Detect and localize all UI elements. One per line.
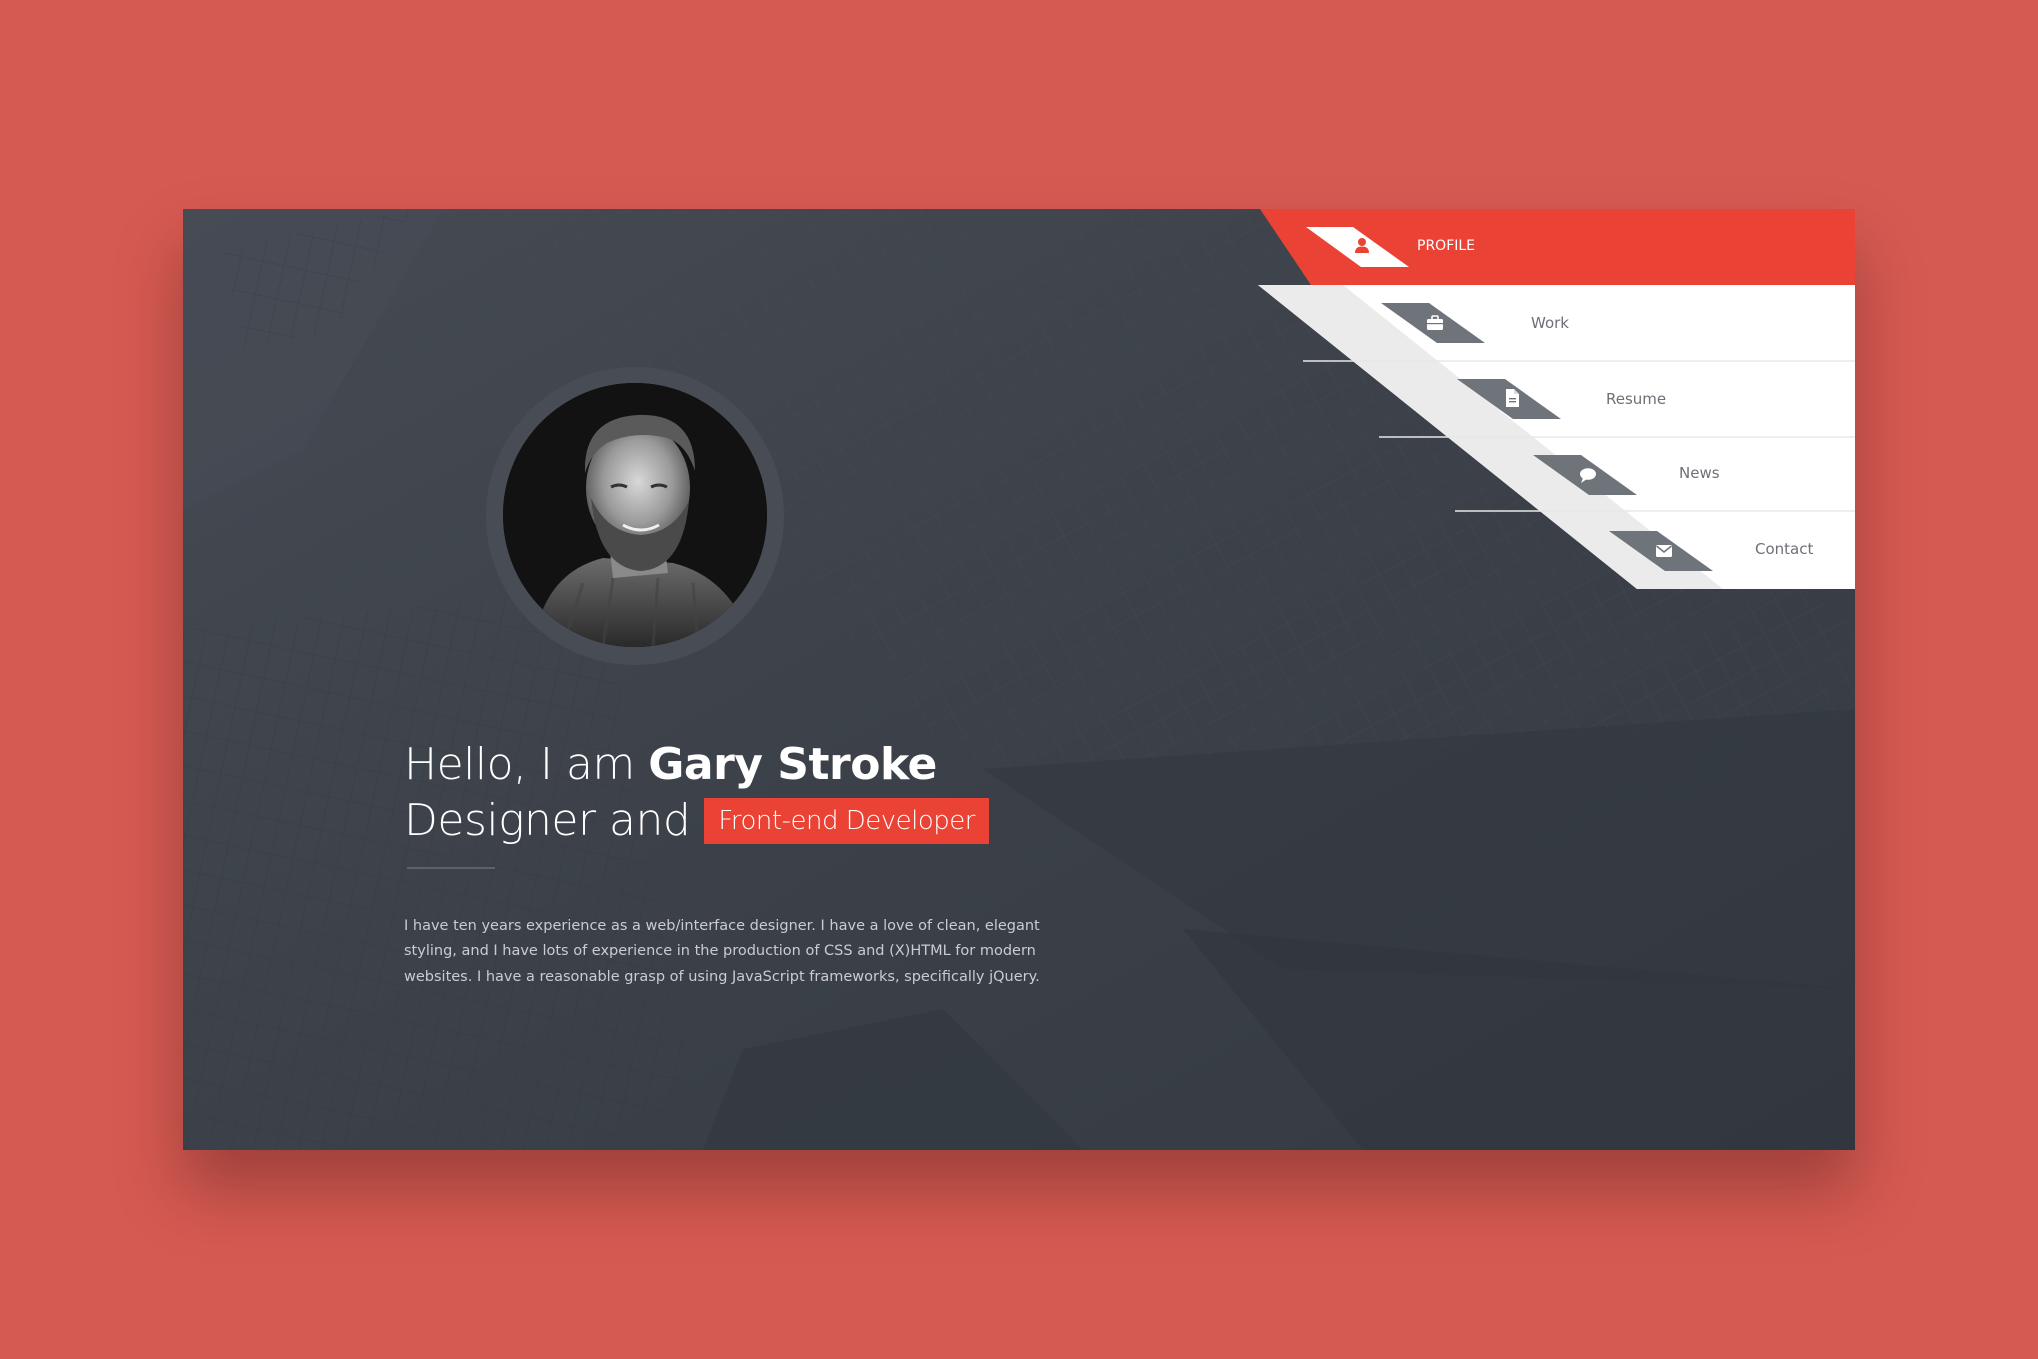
nav-label-profile: PROFILE <box>1417 238 1476 254</box>
nav-label-resume: Resume <box>1606 390 1667 408</box>
navigation-bands <box>1258 209 1855 589</box>
greeting-line: Hello, I am Gary Stroke <box>404 737 989 793</box>
role-line: Designer and Front-end Developer <box>404 793 989 849</box>
bio-paragraph: I have ten years experience as a web/int… <box>404 917 1040 985</box>
person-name: Gary Stroke <box>648 739 937 790</box>
role-highlight-badge: Front-end Developer <box>704 798 989 844</box>
profile-card: PROFILE Work Resume News Contact Hello, … <box>183 209 1855 1150</box>
document-icon <box>1506 389 1519 407</box>
user-icon <box>1355 238 1369 253</box>
greeting-text: Hello, I am <box>404 739 635 790</box>
nav-label-work: Work <box>1531 314 1569 332</box>
briefcase-icon <box>1427 315 1443 330</box>
role-prefix: Designer and <box>404 795 691 846</box>
headline-divider <box>407 867 495 869</box>
nav-label-contact: Contact <box>1755 540 1814 558</box>
main-navigation: PROFILE Work Resume News Contact <box>183 209 1855 591</box>
portrait-photo <box>503 383 767 647</box>
envelope-icon <box>1656 545 1672 557</box>
speech-bubble-icon <box>1580 468 1596 483</box>
hero-headline: Hello, I am Gary Stroke Designer and Fron… <box>404 737 989 849</box>
nav-label-news: News <box>1679 464 1720 482</box>
avatar <box>503 383 767 647</box>
